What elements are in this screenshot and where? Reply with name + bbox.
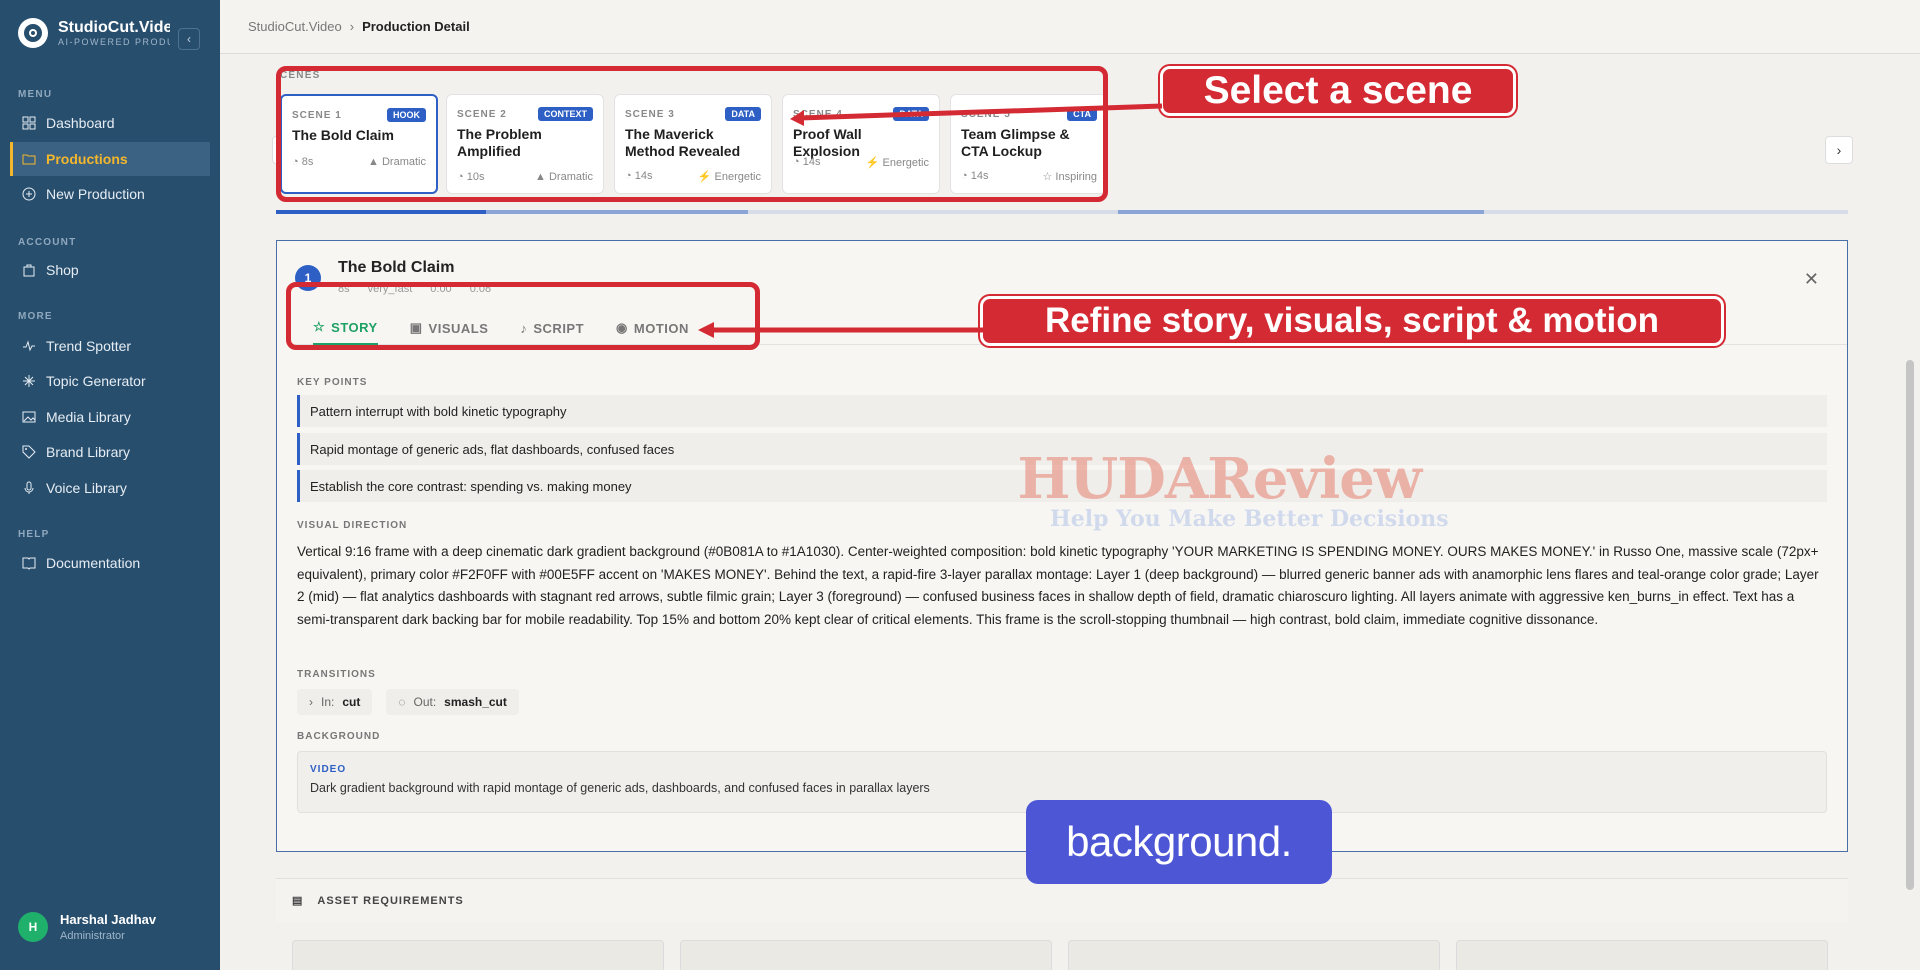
breadcrumb: StudioCut.Video › Production Detail <box>220 0 1920 54</box>
scroll-right-button[interactable]: › <box>1825 136 1853 164</box>
transition-out-value: smash_cut <box>444 695 507 709</box>
sidebar-item-brand-library[interactable]: Brand Library <box>10 435 210 469</box>
panel-title: The Bold Claim <box>338 259 455 276</box>
section-account: ACCOUNT <box>18 237 77 248</box>
sidebar-item-label: Topic Generator <box>46 373 146 389</box>
key-point-item: Pattern interrupt with bold kinetic typo… <box>297 395 1827 427</box>
watermark-subtitle: Help You Make Better Decisions <box>1050 506 1449 532</box>
chevron-right-icon: › <box>1836 142 1842 158</box>
sidebar-item-shop[interactable]: Shop <box>10 253 210 287</box>
sidebar-item-label: Voice Library <box>46 480 127 496</box>
transition-in: › In: cut <box>297 689 373 715</box>
progress-segment-2 <box>486 210 748 214</box>
key-points-label: KEY POINTS <box>297 377 368 388</box>
sidebar-item-new-production[interactable]: New Production <box>10 177 210 211</box>
main-content: StudioCut.Video › Production Detail CENE… <box>220 0 1920 970</box>
folder-icon <box>22 154 36 165</box>
breadcrumb-root[interactable]: StudioCut.Video <box>248 19 342 34</box>
vertical-scrollbar[interactable] <box>1906 360 1914 890</box>
annotation-box-scenes <box>276 66 1108 202</box>
asset-requirements-header[interactable]: ▤ ASSET REQUIREMENTS <box>276 878 1848 922</box>
avatar: H <box>18 912 48 942</box>
sidebar-item-label: Trend Spotter <box>46 338 132 354</box>
transition-out: ◌ Out: smash_cut <box>386 689 519 715</box>
progress-segment-5 <box>1118 210 1484 214</box>
sidebar-item-label: Dashboard <box>46 115 115 131</box>
transition-in-value: cut <box>342 695 361 709</box>
sparkle-icon <box>23 375 35 387</box>
image-icon <box>22 411 36 423</box>
section-more: MORE <box>18 311 53 322</box>
sidebar-item-voice-library[interactable]: Voice Library <box>10 471 210 505</box>
tag-icon <box>22 445 36 459</box>
breadcrumb-separator: › <box>349 19 355 34</box>
asset-card[interactable] <box>1068 940 1440 970</box>
sidebar-item-label: Productions <box>46 151 128 167</box>
sidebar-item-label: Documentation <box>46 555 141 571</box>
transition-in-label: In: <box>321 695 335 709</box>
breadcrumb-current: Production Detail <box>362 19 470 34</box>
document-icon: ▤ <box>292 895 304 907</box>
annotation-arrow-refine <box>698 322 984 338</box>
asset-card[interactable] <box>1456 940 1828 970</box>
scene-progress-track <box>276 210 1848 214</box>
visual-direction-text: Vertical 9:16 frame with a deep cinemati… <box>297 544 1819 627</box>
asset-requirements-label: ASSET REQUIREMENTS <box>317 894 464 907</box>
user-name: Harshal Jadhav <box>60 912 157 927</box>
asset-card[interactable] <box>680 940 1052 970</box>
visual-direction-label: VISUAL DIRECTION <box>297 520 408 531</box>
progress-segment-1 <box>276 210 486 214</box>
annotation-select-scene: Select a scene <box>1160 66 1516 116</box>
circle-arrow-icon: ◌ <box>398 695 406 709</box>
annotation-box-tabs <box>286 282 760 350</box>
background-description: Dark gradient background with rapid mont… <box>310 781 930 795</box>
asset-card[interactable] <box>292 940 664 970</box>
sidebar-item-topic-generator[interactable]: Topic Generator <box>10 364 210 398</box>
shop-icon <box>23 264 35 277</box>
user-role: Administrator <box>60 930 125 942</box>
brand-tagline: AI-POWERED PRODUCTION <box>58 37 170 47</box>
user-profile[interactable]: H Harshal Jadhav Administrator <box>18 912 156 942</box>
video-caption: background. <box>1026 800 1332 884</box>
grid-icon <box>22 116 36 130</box>
section-menu: MENU <box>18 89 53 100</box>
sidebar-item-productions[interactable]: Productions <box>10 142 210 176</box>
microphone-icon <box>24 481 34 494</box>
transition-out-label: Out: <box>413 695 437 709</box>
background-type: VIDEO <box>310 764 347 775</box>
close-icon[interactable]: ✕ <box>1804 269 1819 290</box>
background-label: BACKGROUND <box>297 731 381 742</box>
book-icon <box>22 557 36 570</box>
chevron-right-icon: › <box>309 695 313 709</box>
sidebar-item-trend-spotter[interactable]: Trend Spotter <box>10 329 210 363</box>
sidebar-item-documentation[interactable]: Documentation <box>10 546 210 580</box>
sidebar-item-label: New Production <box>46 186 145 202</box>
section-help: HELP <box>18 529 50 540</box>
sidebar-item-dashboard[interactable]: Dashboard <box>10 106 210 140</box>
watermark-logo: HUDAReview Help You Make Better Decision… <box>990 446 1449 532</box>
annotation-refine: Refine story, visuals, script & motion <box>980 296 1724 346</box>
sidebar: StudioCut.Video AI-POWERED PRODUCTION ‹ … <box>0 0 220 970</box>
brand[interactable]: StudioCut.Video AI-POWERED PRODUCTION <box>18 18 170 48</box>
collapse-sidebar-button[interactable]: ‹ <box>178 28 200 50</box>
sidebar-item-label: Media Library <box>46 409 131 425</box>
plus-circle-icon <box>22 187 36 201</box>
sidebar-item-media-library[interactable]: Media Library <box>10 400 210 434</box>
watermark-title: HUDAReview <box>1017 446 1423 512</box>
transitions-label: TRANSITIONS <box>297 669 376 680</box>
studiocut-logo-icon <box>18 18 48 48</box>
chevron-left-icon: ‹ <box>187 32 191 46</box>
transitions: › In: cut ◌ Out: smash_cut <box>297 689 519 715</box>
sidebar-item-label: Shop <box>46 262 79 278</box>
sidebar-item-label: Brand Library <box>46 444 131 460</box>
trend-icon <box>23 340 35 352</box>
annotation-arrow-select <box>790 103 1163 126</box>
brand-name: StudioCut.Video <box>58 19 170 36</box>
